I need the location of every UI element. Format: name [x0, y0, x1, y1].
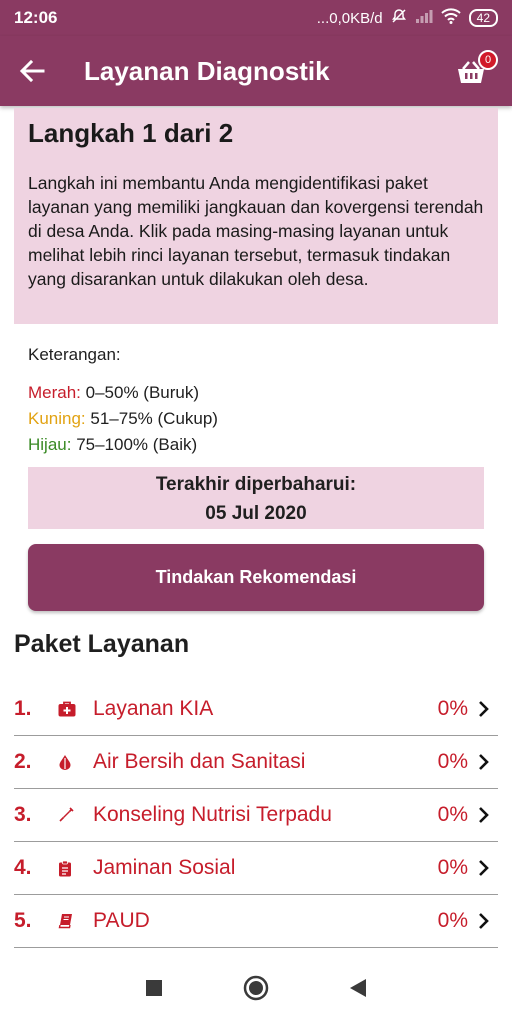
- service-percent: 0%: [437, 909, 468, 932]
- legend-green-label: Hijau:: [28, 435, 72, 454]
- recents-button[interactable]: [145, 979, 163, 1002]
- last-updated-panel: Terakhir diperbaharui: 05 Jul 2020: [28, 467, 484, 529]
- service-number: 3.: [14, 803, 32, 826]
- arrow-left-icon: [19, 59, 45, 83]
- service-percent: 0%: [437, 697, 468, 720]
- cart-count-badge: 0: [478, 50, 498, 70]
- last-updated-date: 05 Jul 2020: [205, 503, 307, 524]
- service-label: Jaminan Sosial: [93, 856, 236, 879]
- service-item-konseling-nutrisi[interactable]: 3. Konseling Nutrisi Terpadu 0%: [14, 789, 498, 842]
- legend-red-range: 0–50% (Buruk): [80, 383, 200, 402]
- service-label: Konseling Nutrisi Terpadu: [93, 803, 332, 826]
- status-bar: 12:06 ...0,0KB/d 42: [0, 0, 512, 36]
- legend-title: Keterangan:: [28, 345, 121, 364]
- book-icon: [58, 913, 93, 929]
- wifi-icon: [440, 8, 461, 28]
- clipboard-icon: [58, 860, 93, 877]
- service-number: 5.: [14, 909, 32, 932]
- chevron-right-icon: [478, 806, 498, 824]
- legend-yellow-label: Kuning:: [28, 409, 86, 428]
- legend-green-range: 75–100% (Baik): [71, 435, 198, 454]
- back-nav-button[interactable]: [349, 978, 367, 1003]
- service-list: 1. Layanan KIA 0% 2. Air Bersih dan Sani…: [14, 683, 498, 948]
- service-item-jaminan-sosial[interactable]: 4. Jaminan Sosial 0%: [14, 842, 498, 895]
- section-title: Paket Layanan: [14, 630, 190, 658]
- water-drop-icon: [58, 754, 93, 770]
- legend-item-red: Merah: 0–50% (Buruk): [28, 380, 218, 406]
- chevron-right-icon: [478, 753, 498, 771]
- medkit-icon: [58, 701, 93, 717]
- home-button[interactable]: [243, 975, 269, 1006]
- service-percent: 0%: [437, 803, 468, 826]
- service-label: PAUD: [93, 909, 150, 932]
- service-item-paud[interactable]: 5. PAUD 0%: [14, 895, 498, 948]
- signal-icon: [415, 9, 433, 27]
- app-bar: Layanan Diagnostik 0: [0, 36, 512, 106]
- chevron-right-icon: [478, 700, 498, 718]
- service-percent: 0%: [437, 856, 468, 879]
- network-speed: ...0,0KB/d: [316, 9, 383, 27]
- service-label: Air Bersih dan Sanitasi: [93, 750, 306, 773]
- step-info-panel: Langkah 1 dari 2 Langkah ini membantu An…: [14, 108, 498, 324]
- mute-icon: [391, 8, 407, 28]
- circle-icon: [243, 975, 269, 1000]
- service-number: 1.: [14, 697, 32, 720]
- legend-red-label: Merah:: [28, 383, 81, 402]
- cart-button[interactable]: 0: [456, 50, 498, 90]
- step-title: Langkah 1 dari 2: [28, 118, 234, 148]
- last-updated-label: Terakhir diperbaharui:: [155, 474, 357, 495]
- square-icon: [146, 979, 162, 996]
- status-time: 12:06: [14, 8, 58, 27]
- legend-item-yellow: Kuning: 51–75% (Cukup): [28, 406, 218, 432]
- system-nav-bar: [0, 956, 512, 1024]
- chevron-right-icon: [478, 859, 498, 877]
- service-label: Layanan KIA: [93, 697, 214, 720]
- triangle-back-icon: [350, 978, 366, 997]
- back-button[interactable]: [0, 36, 64, 106]
- syringe-icon: [58, 807, 93, 823]
- page-title: Layanan Diagnostik: [84, 55, 330, 86]
- legend: Keterangan: Merah: 0–50% (Buruk) Kuning:…: [28, 342, 218, 458]
- service-number: 4.: [14, 856, 32, 879]
- service-item-kia[interactable]: 1. Layanan KIA 0%: [14, 683, 498, 736]
- chevron-right-icon: [478, 912, 498, 930]
- status-indicators: ...0,0KB/d 42: [317, 8, 498, 28]
- service-item-air-bersih[interactable]: 2. Air Bersih dan Sanitasi 0%: [14, 736, 498, 789]
- battery-indicator: 42: [468, 9, 498, 27]
- service-percent: 0%: [437, 750, 468, 773]
- legend-yellow-range: 51–75% (Cukup): [85, 409, 218, 428]
- step-description: Langkah ini membantu Anda mengidentifika…: [28, 173, 484, 289]
- legend-item-green: Hijau: 75–100% (Baik): [28, 432, 218, 458]
- recommendation-button[interactable]: Tindakan Rekomendasi: [28, 544, 484, 611]
- service-number: 2.: [14, 750, 32, 773]
